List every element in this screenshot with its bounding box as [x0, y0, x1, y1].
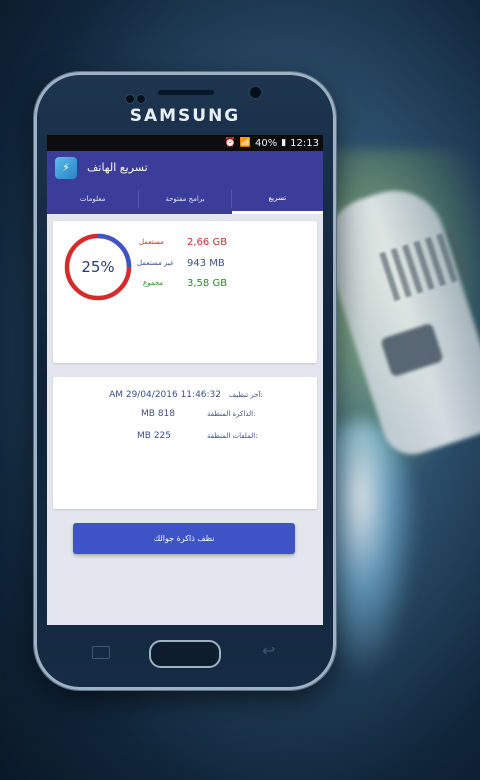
- battery-percent: 40%: [254, 137, 278, 149]
- tab-info[interactable]: معلومات: [47, 184, 138, 214]
- memory-percent: 25%: [81, 258, 115, 276]
- back-icon[interactable]: ↩: [262, 641, 275, 660]
- status-bar: ⏰ 📶 40% ▮ 12:13: [47, 135, 323, 151]
- total-value: 3,58 GB: [187, 278, 228, 289]
- home-button[interactable]: [149, 640, 221, 668]
- alarm-icon: ⏰: [224, 138, 236, 148]
- clean-memory-button[interactable]: نظف ذاكرة جوالك: [73, 523, 295, 554]
- app-toolbar: ⚡ تسريع الهاتف: [47, 151, 323, 184]
- total-label: مجموع: [143, 279, 164, 287]
- hardware-nav: ↩: [34, 630, 336, 674]
- tab-boost[interactable]: تسريع: [231, 184, 323, 214]
- front-camera: [126, 88, 150, 103]
- freed-memory-label: الذاكرة المنظفة:: [207, 410, 256, 418]
- wifi-icon: 📶: [239, 138, 251, 148]
- app-title: تسريع الهاتف: [87, 161, 148, 174]
- recent-apps-icon[interactable]: [92, 646, 110, 659]
- brand-logo: SAMSUNG: [129, 106, 241, 126]
- used-value: 2,66 GB: [187, 237, 228, 248]
- cleaned-files-label: الملفات المنظفة:: [207, 432, 258, 440]
- phone-screen: ⏰ 📶 40% ▮ 12:13 ⚡ تسريع الهاتف معلومات ب…: [47, 135, 323, 625]
- freed-memory-value: MB 818: [141, 409, 175, 419]
- earpiece-speaker: [158, 90, 214, 95]
- tab-bar: معلومات برامج مفتوحة تسريع: [47, 184, 323, 214]
- battery-icon: ▮: [281, 138, 287, 148]
- free-label: غير مستعمل: [137, 259, 174, 267]
- clock: 12:13: [290, 137, 319, 149]
- free-value: 943 MB: [187, 258, 225, 269]
- tab-open-apps[interactable]: برامج مفتوحة: [139, 184, 230, 214]
- clean-info-card: آخر تنظيف: AM 29/04/2016 11:46:32 الذاكر…: [53, 377, 317, 509]
- cleaned-files-value: MB 225: [137, 431, 171, 441]
- last-clean-value: AM 29/04/2016 11:46:32: [109, 390, 221, 400]
- used-label: مستعمل: [139, 238, 164, 246]
- memory-card: 25% مستعمل 2,66 GB غير مستعمل 943 MB مجم…: [53, 221, 317, 363]
- proximity-sensor: [250, 87, 261, 98]
- last-clean-label: آخر تنظيف:: [229, 391, 263, 399]
- app-icon: ⚡: [55, 156, 77, 179]
